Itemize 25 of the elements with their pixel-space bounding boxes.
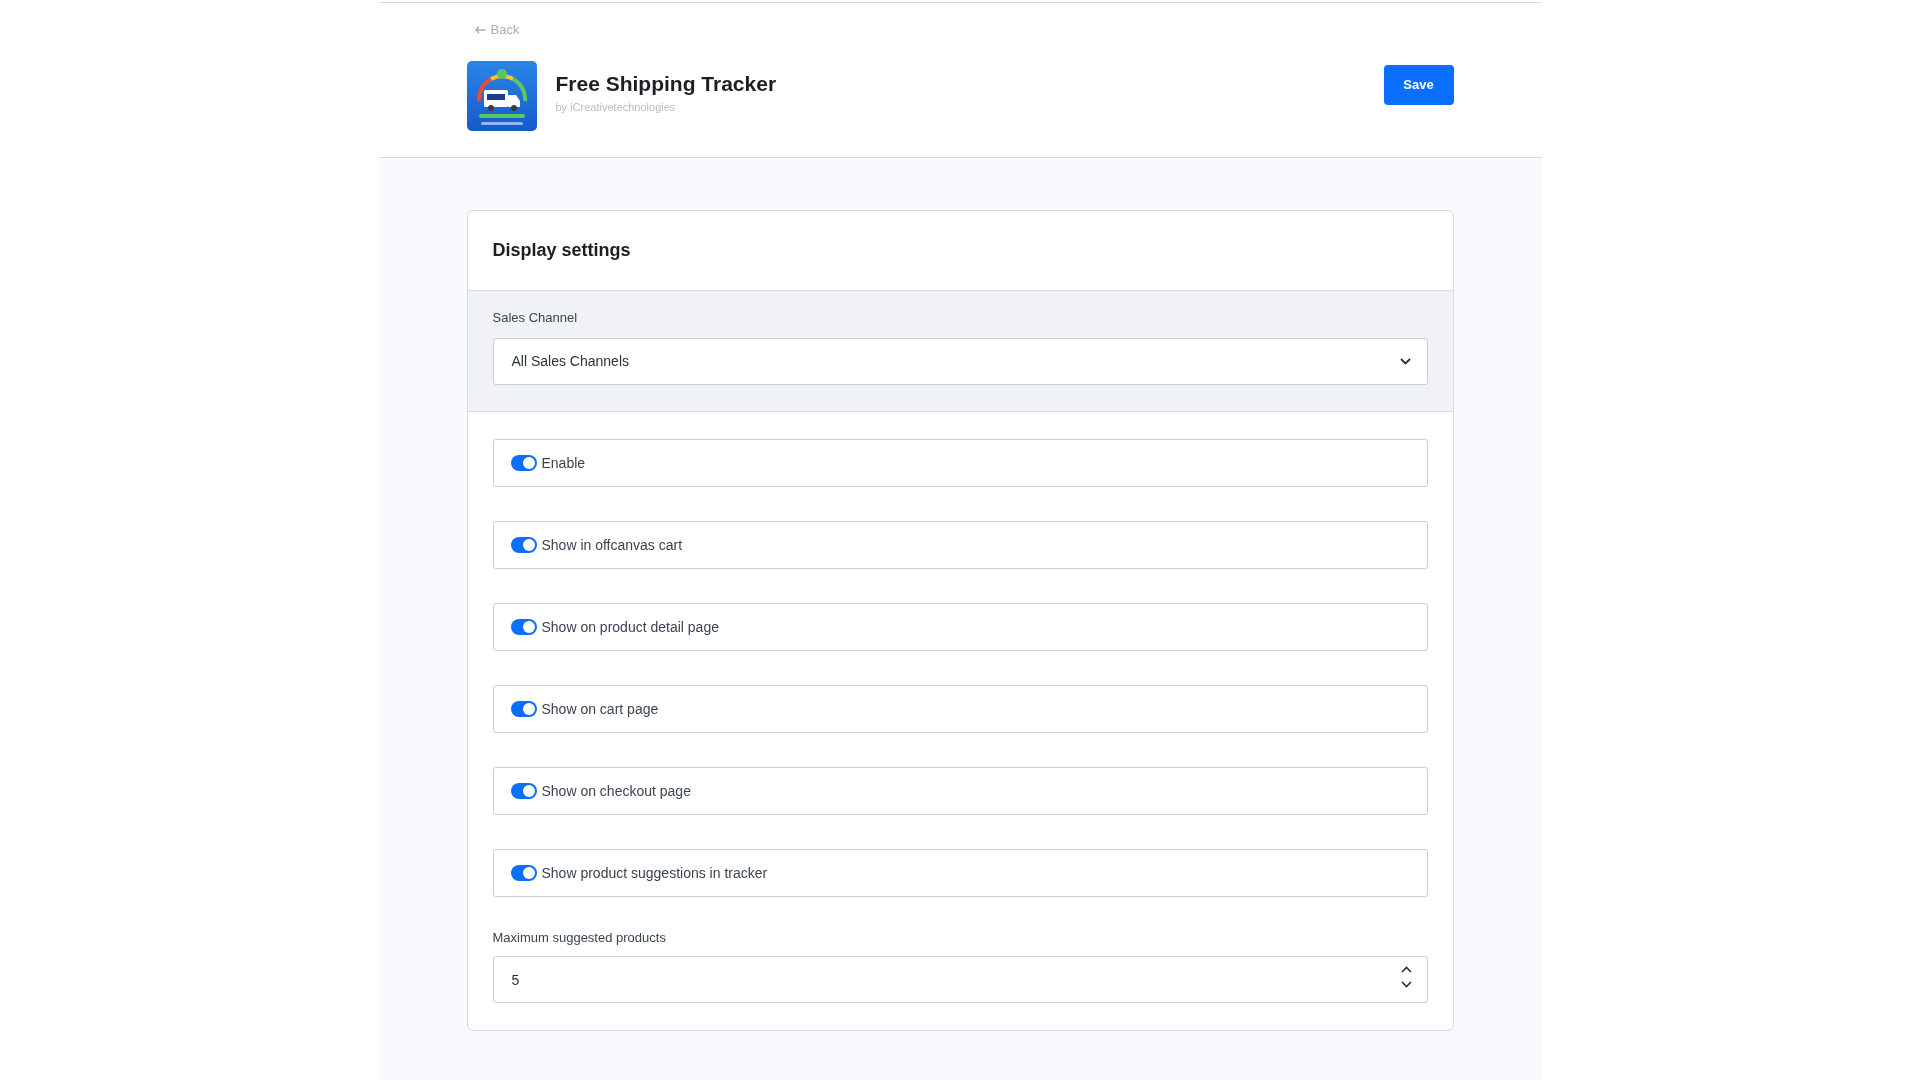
sales-channel-select[interactable]: All Sales Channels <box>492 338 1428 385</box>
field-label: Maximum suggested products <box>492 930 666 946</box>
toggle-switch[interactable] <box>510 537 537 553</box>
number-field[interactable]: 5 <box>492 956 1428 1003</box>
chevron-down-icon <box>1399 358 1411 365</box>
toggle-switch[interactable] <box>510 455 537 471</box>
toggle-switch[interactable] <box>510 701 537 717</box>
toggle-label: Show product suggestions in tracker <box>541 863 768 883</box>
toggle-label: Show on checkout page <box>541 781 691 801</box>
toggle-switch[interactable] <box>510 619 537 635</box>
toggle-switch[interactable] <box>510 783 537 799</box>
arrow-left-icon <box>474 26 486 34</box>
toggle-label: Show on product detail page <box>541 617 719 637</box>
vendor-name: by iCreativetechnologies <box>555 100 677 114</box>
toggle-switch[interactable] <box>510 865 537 881</box>
toggle-label: Show in offcanvas cart <box>541 535 683 555</box>
chevron-up-icon[interactable] <box>1400 966 1412 973</box>
toggle-label: Show on cart page <box>541 699 659 719</box>
save-button[interactable]: Save <box>1383 65 1454 105</box>
app-title: Free Shipping Tracker <box>555 71 777 97</box>
field-label: Sales Channel <box>492 310 578 326</box>
card-title: Display settings <box>492 239 631 262</box>
toggle-label: Enable <box>541 453 586 473</box>
truck-logo-icon <box>466 61 537 131</box>
chevron-down-icon[interactable] <box>1400 981 1412 988</box>
